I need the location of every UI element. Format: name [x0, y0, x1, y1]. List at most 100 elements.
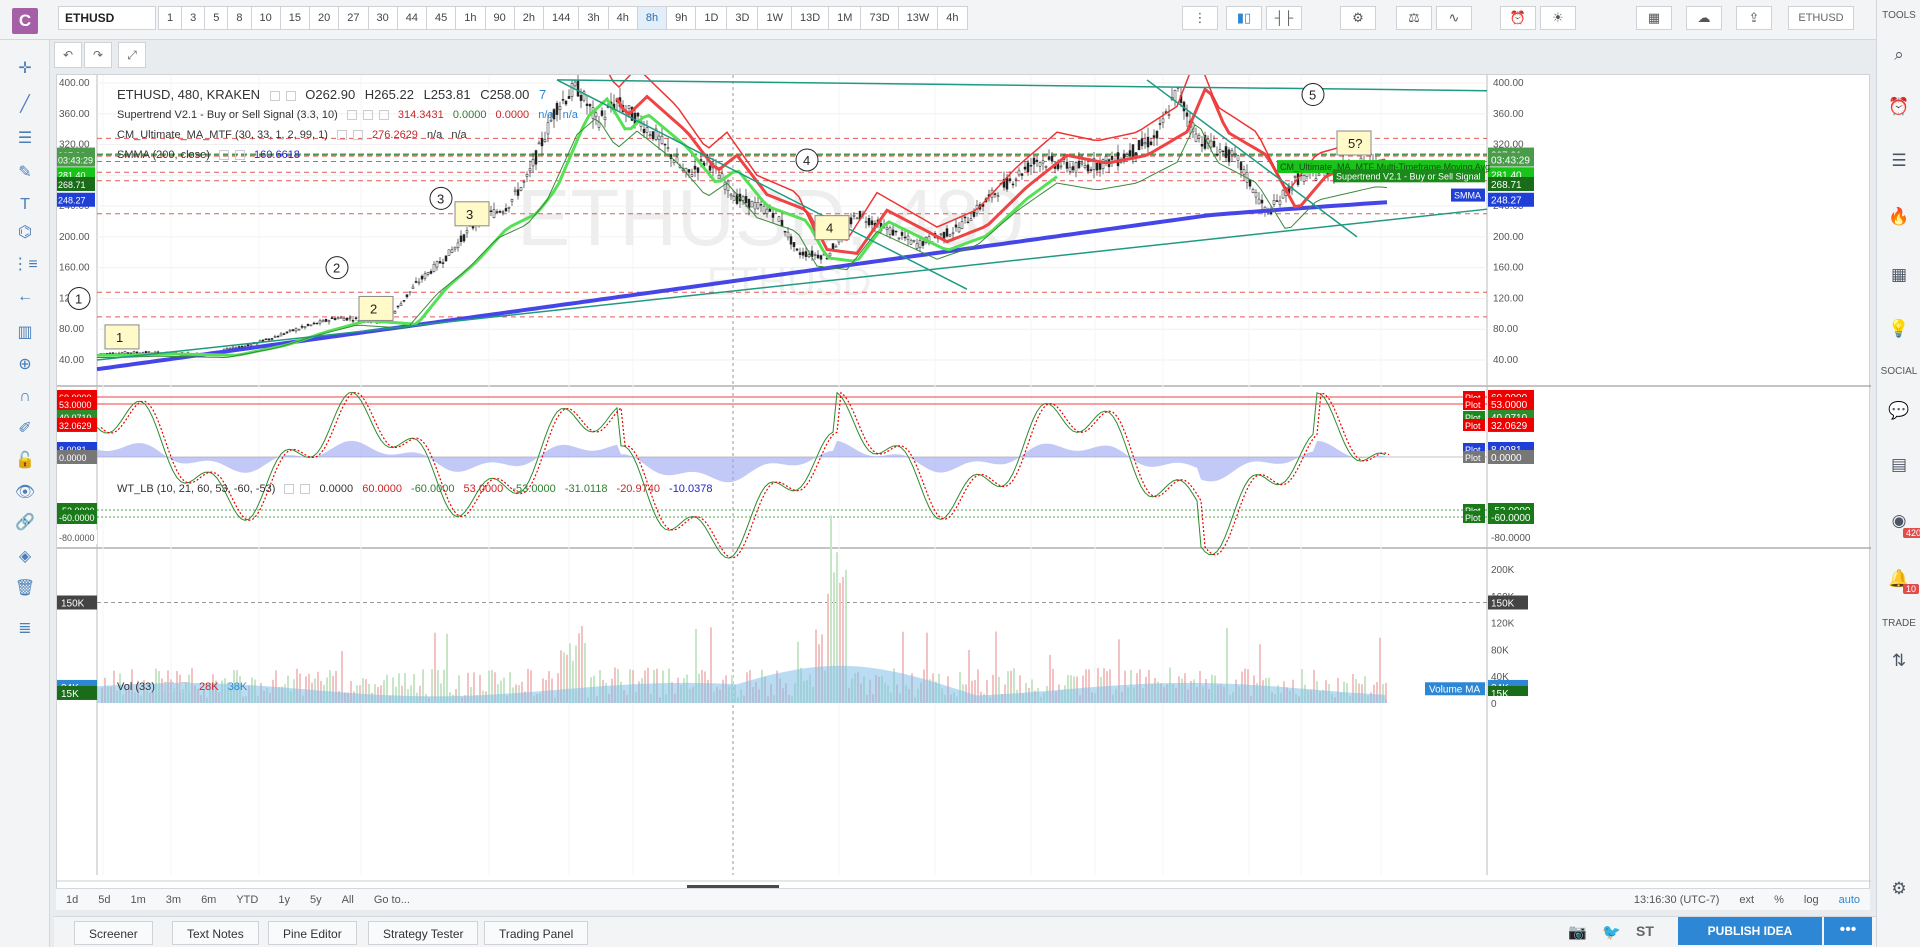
interval-6[interactable]: 20 — [310, 6, 340, 30]
lock-icon[interactable]: 🔓 — [12, 448, 38, 474]
arrow-left-icon[interactable]: ← — [12, 284, 38, 310]
tab-text-notes[interactable]: Text Notes — [172, 921, 259, 945]
news-icon[interactable]: ▤ — [1886, 452, 1912, 478]
bars-style-icon[interactable]: ┤├ — [1266, 6, 1302, 30]
candles-icon[interactable]: ▮▯ — [1226, 6, 1262, 30]
pencil-lock-icon[interactable]: ✐ — [12, 416, 38, 442]
publish-idea-button[interactable]: PUBLISH IDEA — [1678, 917, 1822, 945]
interval-24[interactable]: 73D — [861, 6, 899, 30]
vol-ctrl-icon[interactable] — [163, 682, 174, 693]
interval-9[interactable]: 44 — [397, 6, 427, 30]
interval-15[interactable]: 3h — [579, 6, 609, 30]
tab-trading-panel[interactable]: Trading Panel — [484, 921, 589, 945]
range-3[interactable]: 3m — [156, 889, 191, 910]
watchlist-icon[interactable]: ⌕ — [1886, 42, 1912, 68]
interval-13[interactable]: 2h — [514, 6, 544, 30]
indicators-icon[interactable]: ∿ — [1436, 6, 1472, 30]
supertrend-ctrl2-icon[interactable] — [362, 110, 373, 121]
alerts-clock-icon[interactable]: ⏰ — [1886, 94, 1912, 120]
undo-icon[interactable]: ↶ — [54, 42, 82, 68]
layout-icon[interactable]: ▦ — [1636, 6, 1672, 30]
tab-pine-editor[interactable]: Pine Editor — [268, 921, 357, 945]
interval-17[interactable]: 8h — [637, 6, 668, 30]
hotlist-icon[interactable]: 🔥 — [1886, 204, 1912, 230]
gear-icon[interactable]: ⚙ — [1340, 6, 1376, 30]
interval-2[interactable]: 5 — [205, 6, 229, 30]
logo[interactable]: C — [12, 8, 38, 34]
range-4[interactable]: 6m — [191, 889, 226, 910]
range-8[interactable]: All — [332, 889, 364, 910]
interval-12[interactable]: 90 — [485, 6, 515, 30]
cloud-icon[interactable]: ☁ — [1686, 6, 1722, 30]
measure-icon[interactable]: ▥ — [12, 320, 38, 346]
brush-icon[interactable]: ✎ — [12, 160, 38, 186]
tab-screener[interactable]: Screener — [74, 921, 153, 945]
interval-4[interactable]: 10 — [251, 6, 281, 30]
ideas-icon[interactable]: 💡 — [1886, 316, 1912, 342]
cloud-upload-icon[interactable]: ⇪ — [1736, 6, 1772, 30]
link-icon[interactable]: 🔗 — [12, 510, 38, 536]
chart-area[interactable]: 400.00400.00360.00360.00320.00320.00280.… — [56, 74, 1871, 910]
magnet-icon[interactable]: ∩ — [12, 384, 38, 410]
more-options-button[interactable]: ••• — [1824, 917, 1872, 945]
cm-close-icon[interactable] — [352, 130, 363, 141]
horizontal-lines-icon[interactable]: ☰ — [12, 126, 38, 152]
range-pct[interactable]: % — [1764, 889, 1794, 910]
interval-14[interactable]: 144 — [544, 6, 580, 30]
stocktwits-icon[interactable]: ST — [1636, 923, 1654, 939]
smma-close-icon[interactable] — [234, 150, 245, 161]
compare-icon[interactable]: ⚖ — [1396, 6, 1432, 30]
interval-22[interactable]: 13D — [791, 6, 830, 30]
alert-icon[interactable]: ⏰ — [1500, 6, 1536, 30]
interval-20[interactable]: 3D — [727, 6, 759, 30]
trade-icon[interactable]: ⇅ — [1886, 648, 1912, 674]
interval-5[interactable]: 15 — [280, 6, 310, 30]
data-window-icon[interactable]: ☰ — [1886, 148, 1912, 174]
cm-ctrl-icon[interactable] — [336, 130, 347, 141]
replay-icon[interactable]: ☀ — [1540, 6, 1576, 30]
redo-icon[interactable]: ↷ — [84, 42, 112, 68]
interval-11[interactable]: 1h — [456, 6, 486, 30]
interval-21[interactable]: 1W — [758, 6, 792, 30]
symbol-search-input[interactable]: ETHUSD — [58, 6, 156, 30]
trash-icon[interactable]: 🗑 — [12, 576, 38, 602]
camera-icon[interactable]: 📷 — [1568, 923, 1587, 941]
interval-16[interactable]: 4h — [608, 6, 638, 30]
twitter-icon[interactable]: 🐦 — [1602, 923, 1621, 941]
supertrend-close-icon[interactable] — [378, 110, 389, 121]
more-intervals-button[interactable]: ⋮ — [1182, 6, 1218, 30]
interval-26[interactable]: 4h — [938, 6, 968, 30]
range-7[interactable]: 5y — [300, 889, 332, 910]
pattern-icon[interactable]: ⌬ — [12, 220, 38, 246]
interval-19[interactable]: 1D — [696, 6, 728, 30]
range-auto[interactable]: auto — [1829, 889, 1870, 910]
crosshair-icon[interactable]: ✛ — [12, 56, 38, 82]
legend-eye-icon[interactable] — [269, 90, 280, 101]
interval-1[interactable]: 3 — [182, 6, 206, 30]
settings-gear-icon[interactable]: ⚙ — [1886, 876, 1912, 902]
zoom-icon[interactable]: ⊕ — [12, 352, 38, 378]
range-log[interactable]: log — [1794, 889, 1829, 910]
supertrend-ctrl-icon[interactable] — [346, 110, 357, 121]
object-tree-icon[interactable]: ≣ — [12, 616, 38, 642]
range-ext[interactable]: ext — [1729, 889, 1764, 910]
fib-icon[interactable]: ⋮≡ — [12, 252, 38, 278]
wt-ctrl-icon[interactable] — [284, 484, 295, 495]
legend-settings-icon[interactable] — [285, 90, 296, 101]
interval-3[interactable]: 8 — [228, 6, 252, 30]
range-5[interactable]: YTD — [226, 889, 268, 910]
trend-line-icon[interactable]: ╱ — [12, 92, 38, 118]
tab-strategy-tester[interactable]: Strategy Tester — [368, 921, 479, 945]
interval-23[interactable]: 1M — [829, 6, 862, 30]
smma-ctrl-icon[interactable] — [218, 150, 229, 161]
chat-icon[interactable]: 💬 — [1886, 398, 1912, 424]
interval-25[interactable]: 13W — [898, 6, 939, 30]
eye-icon[interactable]: 👁 — [12, 480, 38, 506]
range-6[interactable]: 1y — [268, 889, 300, 910]
interval-10[interactable]: 45 — [427, 6, 457, 30]
vol-close-icon[interactable] — [179, 682, 190, 693]
interval-7[interactable]: 27 — [339, 6, 369, 30]
interval-8[interactable]: 30 — [368, 6, 398, 30]
range-2[interactable]: 1m — [121, 889, 156, 910]
fullscreen-icon[interactable]: ⤢ — [118, 42, 146, 68]
